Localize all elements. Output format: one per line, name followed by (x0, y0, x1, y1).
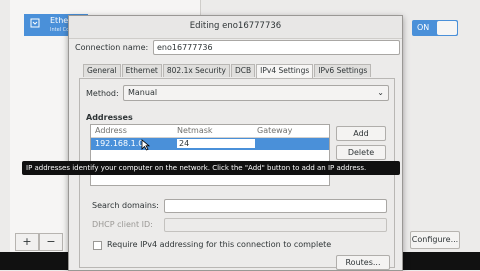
search-domains-input[interactable] (164, 199, 387, 213)
tab-ipv6-settings[interactable]: IPv6 Settings (314, 64, 372, 77)
table-header: Address Netmask Gateway (91, 125, 329, 138)
tab-ipv4-settings[interactable]: IPv4 Settings (256, 64, 314, 78)
tab-dcb[interactable]: DCB (230, 64, 256, 77)
add-remove-group: + − (15, 233, 63, 251)
add-connection-button[interactable]: + (15, 233, 39, 251)
search-domains-label: Search domains: (92, 201, 159, 210)
toggle-knob (437, 21, 457, 35)
routes-button[interactable]: Routes... (336, 255, 390, 270)
dialog-titlebar: Editing eno16777736 (69, 16, 402, 39)
tab-8021x-security[interactable]: 802.1x Security (162, 64, 230, 77)
method-select[interactable]: Manual ⌄ (123, 85, 389, 101)
require-ipv4-label: Require IPv4 addressing for this connect… (107, 240, 332, 249)
method-label: Method: (86, 89, 119, 98)
mouse-pointer-icon (141, 139, 150, 151)
dialog-title: Editing eno16777736 (189, 21, 282, 31)
table-row[interactable]: 192.168.1.0 24 (91, 138, 329, 150)
remove-connection-button[interactable]: − (39, 233, 63, 251)
require-ipv4-checkbox[interactable] (93, 241, 102, 250)
addresses-heading: Addresses (86, 113, 133, 122)
tooltip: IP addresses identify your computer on t… (22, 161, 400, 175)
column-address[interactable]: Address (95, 125, 127, 137)
method-value: Manual (128, 88, 158, 97)
delete-address-button[interactable]: Delete (336, 145, 386, 160)
add-address-button[interactable]: Add (336, 126, 386, 141)
connection-toggle[interactable]: ON (412, 20, 458, 36)
tab-general[interactable]: General (83, 64, 121, 77)
configure-button[interactable]: Configure... (410, 231, 460, 249)
dhcp-client-id-input[interactable] (164, 218, 387, 232)
column-netmask[interactable]: Netmask (177, 125, 213, 137)
connection-name-input[interactable]: eno16777736 (153, 40, 400, 55)
tab-ethernet[interactable]: Ethernet (121, 64, 162, 77)
dhcp-client-id-label: DHCP client ID: (92, 220, 153, 229)
toggle-label: ON (417, 23, 430, 32)
settings-tabs: General Ethernet 802.1x Security DCB IPv… (83, 64, 372, 78)
address-cell[interactable]: 192.168.1.0 (95, 138, 143, 150)
ethernet-icon (30, 18, 40, 28)
tooltip-text: IP addresses identify your computer on t… (26, 164, 367, 172)
chevron-down-icon: ⌄ (377, 88, 384, 97)
editing-dialog: Editing eno16777736 Connection name: eno… (68, 15, 403, 271)
addresses-table: Address Netmask Gateway 192.168.1.0 24 (90, 124, 330, 186)
netmask-cell-input[interactable]: 24 (177, 139, 255, 148)
connection-name-label: Connection name: (75, 43, 149, 52)
column-gateway[interactable]: Gateway (257, 125, 292, 137)
